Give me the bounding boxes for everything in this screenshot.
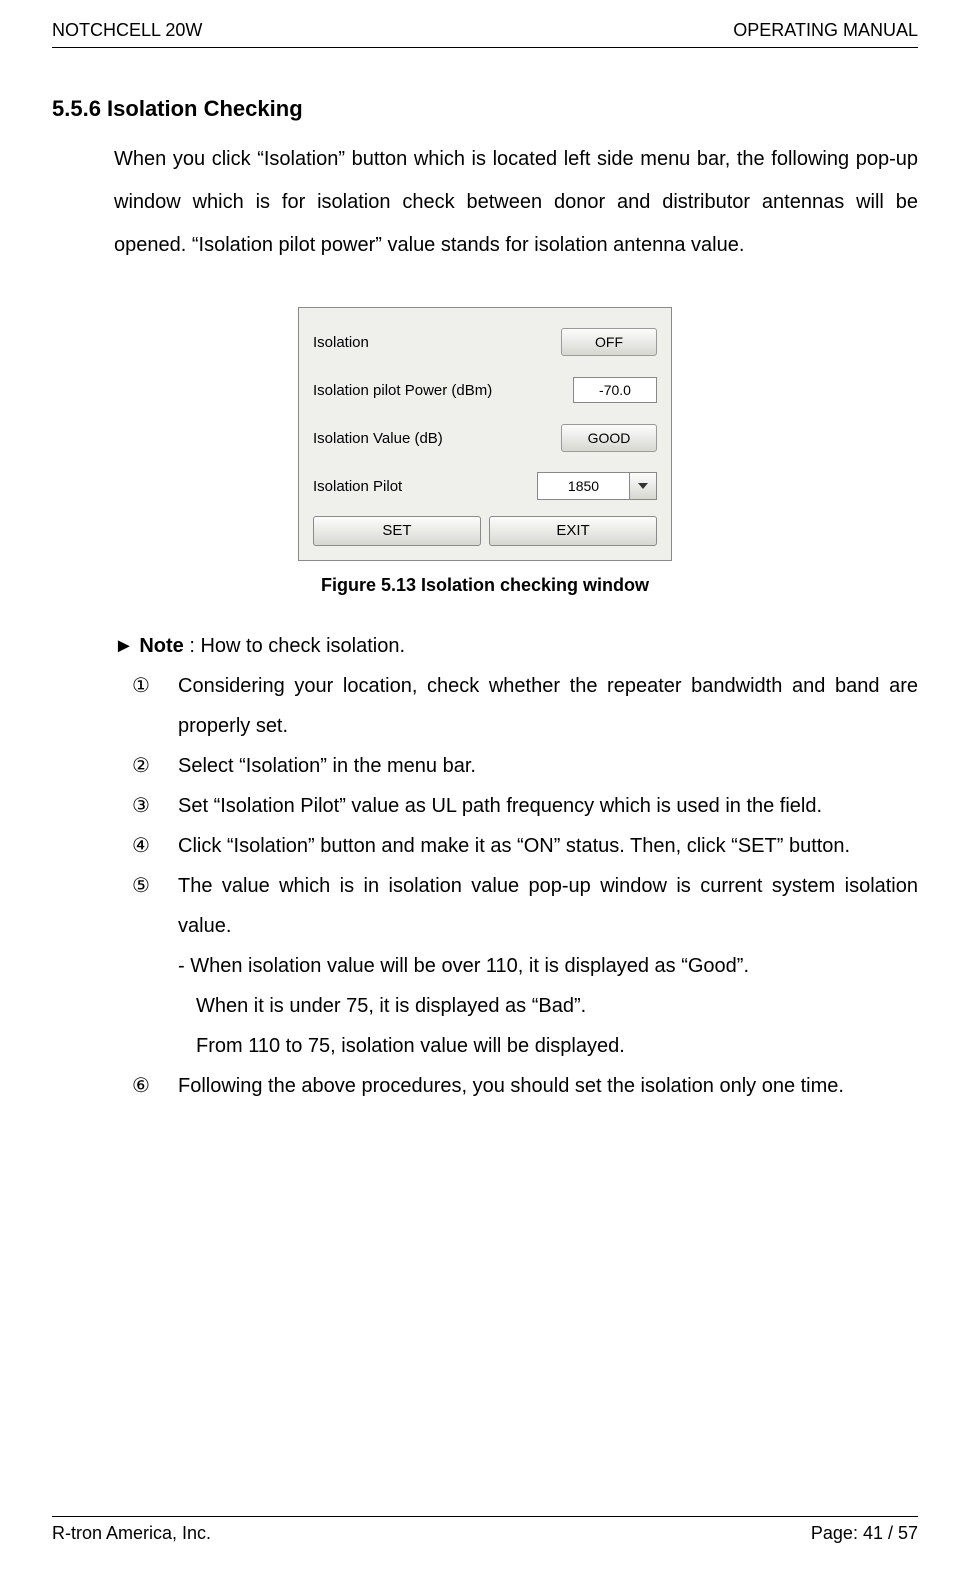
step-5: ⑤ The value which is in isolation value … xyxy=(162,866,918,1066)
isolation-toggle-button[interactable]: OFF xyxy=(561,328,657,356)
circled-1-icon: ① xyxy=(126,666,156,706)
isolation-pilot-combo[interactable]: 1850 xyxy=(537,472,657,500)
isolation-label: Isolation xyxy=(313,334,561,351)
step-3-text: Set “Isolation Pilot” value as UL path f… xyxy=(178,795,822,817)
circled-3-icon: ③ xyxy=(126,786,156,826)
isolation-value-label: Isolation Value (dB) xyxy=(313,430,561,447)
step-5-sub-3: From 110 to 75, isolation value will be … xyxy=(196,1026,918,1066)
circled-5-icon: ⑤ xyxy=(126,866,156,906)
dialog-row-isolation-value: Isolation Value (dB) GOOD xyxy=(313,420,657,456)
dialog-row-pilot-power: Isolation pilot Power (dBm) -70.0 xyxy=(313,372,657,408)
dialog-row-isolation: Isolation OFF xyxy=(313,324,657,360)
figure-caption: Figure 5.13 Isolation checking window xyxy=(321,575,649,596)
step-4-text: Click “Isolation” button and make it as … xyxy=(178,835,850,857)
note-marker-icon: ► xyxy=(114,635,134,657)
step-6-text: Following the above procedures, you shou… xyxy=(178,1075,844,1097)
pilot-power-field[interactable]: -70.0 xyxy=(573,377,657,403)
isolation-dialog: Isolation OFF Isolation pilot Power (dBm… xyxy=(298,307,672,561)
step-1-text: Considering your location, check whether… xyxy=(178,675,918,737)
step-1: ① Considering your location, check wheth… xyxy=(162,666,918,746)
page-header: NOTCHCELL 20W OPERATING MANUAL xyxy=(52,20,918,48)
step-2-text: Select “Isolation” in the menu bar. xyxy=(178,755,476,777)
step-5-sub-2: When it is under 75, it is displayed as … xyxy=(196,986,918,1026)
circled-6-icon: ⑥ xyxy=(126,1066,156,1106)
set-button[interactable]: SET xyxy=(313,516,481,546)
note-line: ► Note : How to check isolation. xyxy=(114,626,918,666)
step-2: ② Select “Isolation” in the menu bar. xyxy=(162,746,918,786)
step-3: ③ Set “Isolation Pilot” value as UL path… xyxy=(162,786,918,826)
circled-4-icon: ④ xyxy=(126,826,156,866)
isolation-pilot-label: Isolation Pilot xyxy=(313,478,537,495)
footer-right: Page: 41 / 57 xyxy=(811,1523,918,1544)
dialog-row-isolation-pilot: Isolation Pilot 1850 xyxy=(313,468,657,504)
section-title: 5.5.6 Isolation Checking xyxy=(52,96,918,122)
page-footer: R-tron America, Inc. Page: 41 / 57 xyxy=(52,1516,918,1544)
step-5-sub-1: - When isolation value will be over 110,… xyxy=(178,946,918,986)
header-right: OPERATING MANUAL xyxy=(733,20,918,41)
exit-button[interactable]: EXIT xyxy=(489,516,657,546)
footer-left: R-tron America, Inc. xyxy=(52,1523,211,1544)
note-rest: : How to check isolation. xyxy=(184,635,405,657)
intro-paragraph: When you click “Isolation” button which … xyxy=(114,138,918,267)
isolation-pilot-value: 1850 xyxy=(538,473,629,499)
note-label: Note xyxy=(139,635,183,657)
isolation-value-display[interactable]: GOOD xyxy=(561,424,657,452)
step-6: ⑥ Following the above procedures, you sh… xyxy=(162,1066,918,1106)
step-4: ④ Click “Isolation” button and make it a… xyxy=(162,826,918,866)
circled-2-icon: ② xyxy=(126,746,156,786)
pilot-power-label: Isolation pilot Power (dBm) xyxy=(313,382,573,399)
steps-list: ① Considering your location, check wheth… xyxy=(114,666,918,1106)
header-left: NOTCHCELL 20W xyxy=(52,20,202,41)
chevron-down-icon[interactable] xyxy=(629,473,656,499)
step-5-text: The value which is in isolation value po… xyxy=(178,875,918,937)
